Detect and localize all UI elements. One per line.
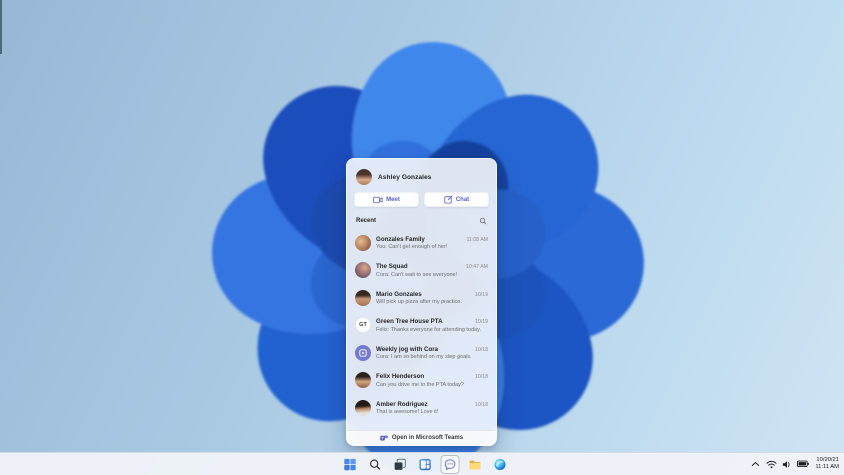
chat-name: Weekly jog with Cora [376, 345, 439, 353]
group-avatar [355, 262, 371, 279]
teams-chat-icon [444, 458, 455, 470]
windows-start-icon [343, 458, 356, 470]
chat-preview: Will pick up pizza after my practice. [376, 299, 462, 305]
wifi-icon [766, 460, 777, 468]
person-avatar [355, 399, 371, 416]
chat-preview: Felix: Thanks everyone for attending tod… [376, 326, 481, 333]
task-view-icon [393, 458, 406, 471]
chat-button[interactable]: Chat [424, 192, 489, 207]
chat-time: 10/18 [475, 401, 488, 408]
widgets-icon [418, 458, 431, 470]
user-avatar[interactable] [356, 169, 372, 185]
system-tray: 10/20/21 11:11 AM [751, 453, 839, 475]
chat-preview: Cora: Can't wait to see everyone! [376, 271, 458, 278]
recent-header: Recent [347, 207, 496, 229]
chat-time: 10/18 [475, 374, 488, 380]
tray-date: 10/20/21 [816, 456, 839, 463]
search-icon [369, 459, 380, 470]
chat-button-label: Chat [455, 196, 470, 203]
chat-list-item[interactable]: Mario Gonzales 10/19 Will pick up pizza … [347, 284, 496, 312]
chat-time: 10/19 [475, 319, 488, 325]
group-avatar [355, 234, 371, 251]
event-avatar [355, 344, 371, 361]
chat-time: 10:47 AM [466, 264, 488, 270]
person-avatar [355, 289, 371, 306]
search-icon[interactable] [479, 217, 487, 225]
teams-logo-icon [380, 435, 388, 441]
flyout-header: Ashley Gonzales [347, 159, 496, 192]
chevron-up-icon [752, 462, 760, 466]
chat-name: Amber Rodriguez [376, 400, 428, 408]
chat-name: The Squad [376, 263, 408, 270]
user-name: Ashley Gonzales [378, 173, 432, 181]
start-button[interactable] [340, 455, 359, 474]
chat-list-item[interactable]: Felix Henderson 10/18 Can you drive me t… [347, 367, 496, 395]
show-hidden-icons-button[interactable] [751, 453, 760, 475]
clock-button[interactable]: 10/20/21 11:11 AM [815, 453, 839, 475]
avatar-initials: GT [359, 322, 367, 329]
compose-icon [444, 195, 453, 204]
screen-edge-artifact [0, 0, 2, 54]
chat-preview: Can you drive me to the PTA today? [376, 381, 464, 388]
chat-name: Green Tree House PTA [376, 318, 443, 325]
chat-list-item[interactable]: Weekly jog with Cora 10/18 Cora: I am so… [347, 339, 496, 367]
chat-list-item[interactable]: GT Green Tree House PTA 10/19 Felix: Tha… [347, 312, 496, 340]
chat-time: 11:08 AM [466, 236, 488, 243]
open-in-teams-button[interactable]: Open in Microsoft Teams [347, 430, 496, 445]
chat-name: Felix Henderson [376, 373, 425, 380]
widgets-button[interactable] [415, 455, 434, 474]
file-explorer-icon [469, 460, 480, 470]
person-avatar [355, 372, 371, 389]
taskbar-center-icons [340, 453, 509, 475]
chat-time: 10/18 [475, 346, 488, 353]
chat-name: Mario Gonzales [376, 290, 422, 298]
open-in-teams-label: Open in Microsoft Teams [391, 435, 464, 441]
chat-preview: You: Can't get enough of her! [376, 244, 448, 250]
network-volume-battery-button[interactable] [766, 453, 810, 475]
initials-avatar: GT [355, 317, 371, 334]
video-camera-icon [373, 196, 383, 203]
tray-time: 11:11 AM [815, 464, 839, 470]
chat-list-item[interactable]: The Squad 10:47 AM Cora: Can't wait to s… [347, 257, 496, 285]
chat-time: 10/19 [475, 291, 488, 298]
chat-preview: Cora: I am so behind on my step goals. [376, 354, 472, 360]
chat-taskbar-button[interactable] [440, 454, 460, 474]
volume-icon [783, 460, 790, 468]
meet-button-label: Meet [386, 196, 400, 203]
file-explorer-button[interactable] [465, 455, 484, 474]
battery-icon [797, 460, 810, 468]
calendar-icon [359, 349, 367, 357]
chat-preview: That is awesome! Love it! [376, 409, 439, 415]
teams-chat-flyout: Ashley Gonzales Meet Chat Recent Gonzale… [346, 158, 497, 446]
chat-name: Gonzales Family [376, 235, 425, 243]
edge-button[interactable] [490, 455, 509, 474]
task-view-button[interactable] [390, 455, 409, 474]
chat-list-item[interactable]: Gonzales Family 11:08 AM You: Can't get … [347, 229, 496, 257]
taskbar: 10/20/21 11:11 AM [0, 452, 844, 475]
recent-label: Recent [356, 218, 377, 224]
recent-chat-list: Gonzales Family 11:08 AM You: Can't get … [347, 229, 496, 422]
search-button[interactable] [365, 455, 384, 474]
chat-list-item[interactable]: Amber Rodriguez 10/18 That is awesome! L… [347, 394, 496, 422]
meet-button[interactable]: Meet [354, 192, 419, 207]
flyout-actions: Meet Chat [347, 192, 496, 207]
edge-browser-icon [494, 458, 506, 470]
